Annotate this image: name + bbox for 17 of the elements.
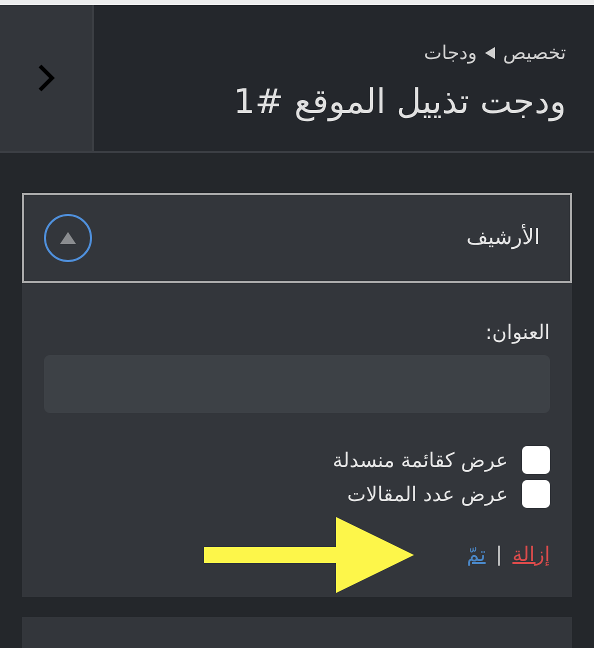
triangle-left-icon bbox=[484, 47, 495, 60]
breadcrumb-item: ودجات bbox=[424, 41, 477, 66]
widget-title: الأرشيف bbox=[466, 223, 540, 252]
triangle-up-icon bbox=[60, 232, 76, 244]
panel-title: ودجت تذييل الموقع #1 bbox=[232, 82, 566, 122]
checkbox[interactable] bbox=[522, 446, 550, 474]
checkbox-label: عرض عدد المقالات bbox=[347, 481, 508, 508]
breadcrumb-item: تخصيص bbox=[502, 41, 566, 66]
done-link[interactable]: تمّ bbox=[466, 539, 486, 569]
separator: | bbox=[496, 541, 502, 568]
remove-link[interactable]: إزالة bbox=[512, 539, 550, 569]
field-label: العنوان: bbox=[484, 319, 550, 346]
checkbox-label: عرض كقائمة منسدلة bbox=[332, 447, 508, 474]
widget-header[interactable]: الأرشيف bbox=[22, 193, 572, 283]
chevron-right-icon bbox=[37, 63, 55, 93]
checkbox[interactable] bbox=[522, 480, 550, 508]
toggle-button[interactable] bbox=[44, 214, 92, 262]
